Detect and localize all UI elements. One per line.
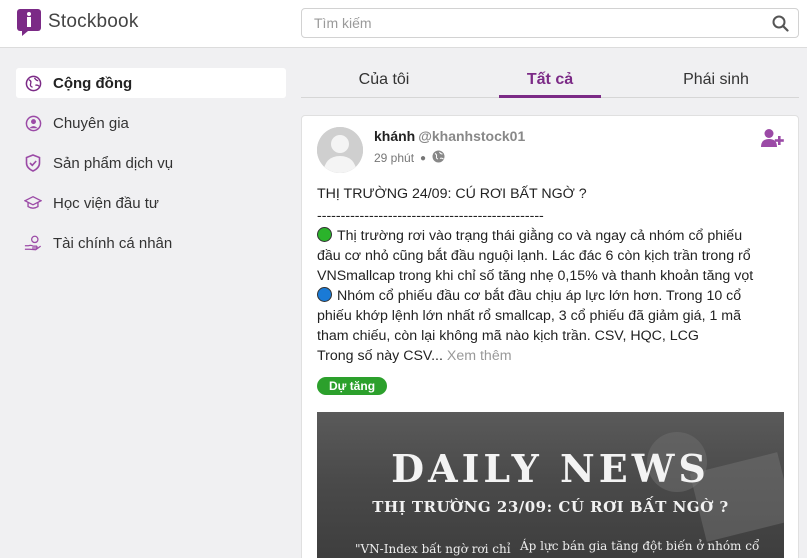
image-title: DAILY NEWS <box>391 446 710 491</box>
post-time: 29 phút <box>374 151 415 165</box>
blue-circle-icon <box>317 287 332 302</box>
tab-tat-ca[interactable]: Tất cả <box>467 64 633 98</box>
user-icon <box>24 114 42 132</box>
search-box <box>301 8 799 38</box>
see-more-link[interactable]: Xem thêm <box>447 348 512 364</box>
sidebar-item-label: Sản phẩm dịch vụ <box>53 154 174 172</box>
author-name[interactable]: khánh <box>374 128 415 144</box>
status-badge[interactable]: Dự tăng <box>317 377 388 395</box>
post-divider: ----------------------------------------… <box>317 208 544 224</box>
sidebar-item-label: Tài chính cá nhân <box>53 234 173 252</box>
top-bar: Stockbook <box>0 0 807 48</box>
post-meta: 29 phút ● <box>374 150 445 166</box>
sidebar-item-chuyen-gia[interactable]: Chuyên gia <box>16 108 286 138</box>
image-subtitle: THỊ TRƯỜNG 23/09: CÚ RƠI BẤT NGỜ ? <box>372 498 729 516</box>
post-line: phiếu khớp lệnh lớn nhất rổ smallcap, 3 … <box>317 308 741 324</box>
post-content: THỊ TRƯỜNG 24/09: CÚ RƠI BẤT NGỜ ? -----… <box>317 184 795 366</box>
sidebar-item-label: Cộng đồng <box>53 74 133 92</box>
green-circle-icon <box>317 227 332 242</box>
stockbook-logo-icon <box>16 8 42 36</box>
hand-money-icon <box>24 234 42 252</box>
sidebar-item-label: Chuyên gia <box>53 114 129 132</box>
post-card: khánh @khanhstock01 29 phút ● THỊ TRƯỜNG … <box>301 115 799 558</box>
tab-phai-sinh[interactable]: Phái sinh <box>633 64 799 97</box>
sidebar-item-hoc-vien-dau-tu[interactable]: Học viện đầu tư <box>16 188 286 218</box>
post-line: Trong số này CSV... Xem thêm <box>317 348 512 364</box>
image-right-caption: Áp lực bán gia tăng đột biến ở nhóm cổ <box>520 539 760 553</box>
post-image[interactable]: DAILY NEWS THỊ TRƯỜNG 23/09: CÚ RƠI BẤT … <box>317 412 784 558</box>
post-line: VNSmallcap trong khi chỉ số tăng nhẹ 0,1… <box>317 268 754 284</box>
globe-icon <box>432 150 445 166</box>
sidebar-item-cong-dong[interactable]: Cộng đồng <box>16 68 286 98</box>
post-title: THỊ TRƯỜNG 24/09: CÚ RƠI BẤT NGỜ ? <box>317 186 587 202</box>
post-line: đầu cơ nhỏ cũng bắt đầu nguội lạnh. Lác … <box>317 248 751 264</box>
tab-cua-toi[interactable]: Của tôi <box>301 64 467 97</box>
feed-tabs: Của tôi Tất cả Phái sinh <box>301 64 799 98</box>
app-logo[interactable]: Stockbook <box>16 8 139 36</box>
shield-check-icon <box>24 154 42 172</box>
sidebar-item-label: Học viện đầu tư <box>53 194 159 212</box>
graduation-cap-icon <box>24 194 42 212</box>
post-line: tham chiếu, còn lại không mã nào kịch tr… <box>317 328 699 344</box>
search-icon[interactable] <box>772 15 789 32</box>
post-line: Thị trường rơi vào trạng thái giằng co v… <box>317 226 795 246</box>
author-handle[interactable]: @khanhstock01 <box>418 128 525 144</box>
post-author: khánh @khanhstock01 <box>374 128 525 144</box>
follow-user-icon[interactable] <box>760 128 784 148</box>
sidebar-item-tai-chinh-ca-nhan[interactable]: Tài chính cá nhân <box>16 228 286 258</box>
sidebar: Cộng đồng Chuyên gia Sản phẩm dịch vụ Họ… <box>16 68 286 268</box>
app-name: Stockbook <box>48 11 139 32</box>
search-input[interactable] <box>302 9 742 37</box>
globe-icon <box>24 74 42 92</box>
avatar[interactable] <box>317 127 363 173</box>
sidebar-item-san-pham-dich-vu[interactable]: Sản phẩm dịch vụ <box>16 148 286 178</box>
image-left-caption: "VN-Index bất ngờ rơi chỉ <box>355 542 511 556</box>
separator-dot: ● <box>420 152 427 164</box>
post-line: Nhóm cổ phiếu đầu cơ bắt đầu chịu áp lực… <box>317 286 795 306</box>
